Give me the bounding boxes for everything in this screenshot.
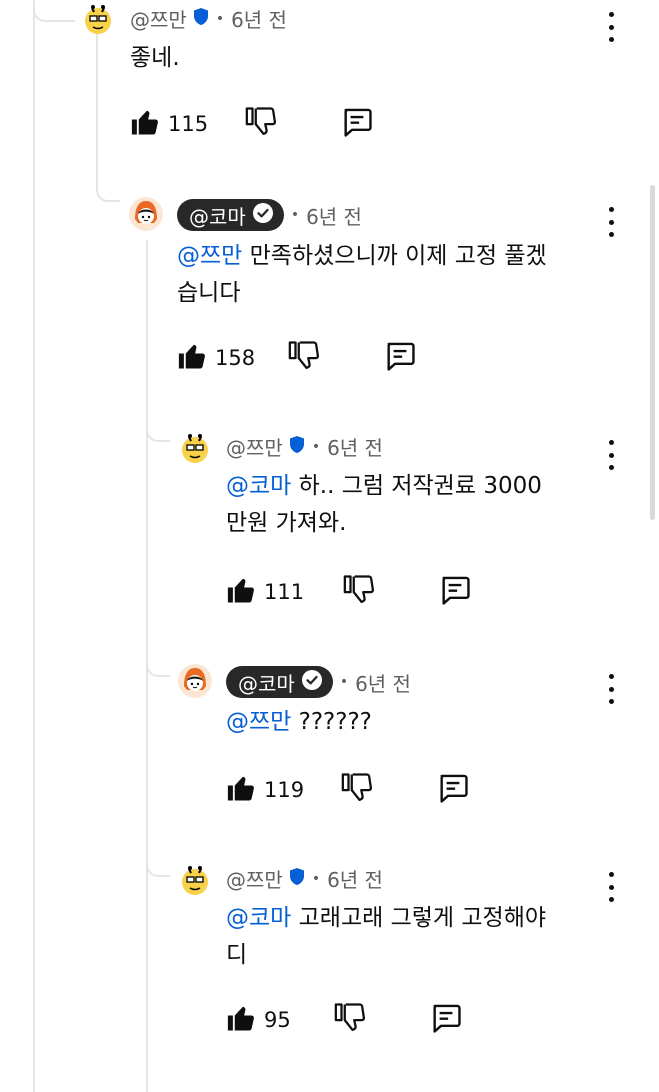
dot-separator: • xyxy=(290,207,300,223)
comment-text: 좋네. xyxy=(130,45,180,71)
more-vert-icon[interactable] xyxy=(601,12,621,42)
like-button[interactable]: 111 xyxy=(226,575,304,609)
reply-button[interactable] xyxy=(429,1001,463,1039)
scrollbar[interactable] xyxy=(650,185,655,520)
reply-button[interactable] xyxy=(340,105,374,143)
avatar[interactable] xyxy=(81,2,115,36)
dislike-button[interactable] xyxy=(244,105,278,143)
dot-separator: • xyxy=(311,870,321,887)
like-button[interactable]: 115 xyxy=(130,107,208,141)
thumb-up-icon xyxy=(226,575,256,609)
comment-actions: 158 xyxy=(177,338,417,378)
like-count: 119 xyxy=(264,778,305,802)
comment-time[interactable]: 6년 전 xyxy=(327,864,383,893)
thumb-up-icon xyxy=(226,773,256,807)
avatar[interactable] xyxy=(178,664,212,698)
more-vert-icon[interactable] xyxy=(601,872,621,902)
reply-icon xyxy=(340,105,374,143)
mention-link[interactable]: @쯔만 xyxy=(226,709,291,735)
comment-text: @쯔만 만족하셨으니까 이제 고정 풀겠 습니다 xyxy=(177,243,547,306)
like-count: 115 xyxy=(168,112,209,136)
comment-time[interactable]: 6년 전 xyxy=(327,432,383,461)
reply-icon xyxy=(429,1001,463,1039)
comment-actions: 95 xyxy=(226,1000,463,1040)
author-name[interactable]: @쯔만 xyxy=(226,864,283,893)
owner-author-chip[interactable]: @코마 xyxy=(226,666,333,698)
more-vert-icon[interactable] xyxy=(601,674,621,704)
like-button[interactable]: 95 xyxy=(226,1003,291,1037)
shield-badge-icon xyxy=(289,867,305,891)
comment-actions: 119 xyxy=(226,770,470,810)
thumb-up-icon xyxy=(130,107,160,141)
verified-check-icon xyxy=(252,202,274,229)
dislike-button[interactable] xyxy=(342,573,376,611)
like-count: 95 xyxy=(264,1008,291,1032)
reply-button[interactable] xyxy=(383,339,417,377)
more-vert-icon[interactable] xyxy=(601,207,621,237)
avatar[interactable] xyxy=(129,197,163,231)
comment-meta: @코마 • 6년 전 xyxy=(226,666,411,698)
thread-connector xyxy=(146,630,170,677)
thread-line-outer xyxy=(33,0,35,1092)
thumb-up-icon xyxy=(177,341,207,375)
thumb-down-icon xyxy=(340,771,374,809)
owner-author-chip[interactable]: @코마 xyxy=(177,199,284,231)
thread-connector xyxy=(146,830,170,877)
comment-meta: @쯔만 • 6년 전 xyxy=(130,4,287,33)
reply-button[interactable] xyxy=(436,771,470,809)
comment-meta: @쯔만 • 6년 전 xyxy=(226,864,383,893)
author-name[interactable]: @쯔만 xyxy=(130,4,187,33)
like-count: 158 xyxy=(215,346,256,370)
thumb-down-icon xyxy=(342,573,376,611)
author-name[interactable]: @쯔만 xyxy=(226,432,283,461)
dot-separator: • xyxy=(339,674,349,690)
comment-meta: @쯔만 • 6년 전 xyxy=(226,432,383,461)
avatar[interactable] xyxy=(178,431,212,465)
comment-actions: 111 xyxy=(226,572,472,612)
thumb-down-icon xyxy=(287,339,321,377)
comment-time[interactable]: 6년 전 xyxy=(306,201,362,230)
more-vert-icon[interactable] xyxy=(601,440,621,470)
comment-text: @코마 하.. 그럼 저작권료 3000 만원 가져와. xyxy=(226,473,542,536)
reply-icon xyxy=(436,771,470,809)
thread-connector xyxy=(96,150,120,202)
like-button[interactable]: 158 xyxy=(177,341,255,375)
comment-text: @코마 고래고래 그렇게 고정해야 디 xyxy=(226,905,547,968)
reply-icon xyxy=(383,339,417,377)
comment-actions: 115 xyxy=(130,104,374,144)
author-name: @코마 xyxy=(189,204,246,229)
dislike-button[interactable] xyxy=(287,339,321,377)
reply-icon xyxy=(438,573,472,611)
comment-time[interactable]: 6년 전 xyxy=(231,4,287,33)
dot-separator: • xyxy=(311,438,321,455)
author-name: @코마 xyxy=(238,671,295,696)
mention-link[interactable]: @코마 xyxy=(226,473,291,499)
thumb-up-icon xyxy=(226,1003,256,1037)
comment-time[interactable]: 6년 전 xyxy=(355,668,411,697)
avatar[interactable] xyxy=(178,863,212,897)
thread-connector xyxy=(33,0,75,22)
thumb-down-icon xyxy=(333,1001,367,1039)
shield-badge-icon xyxy=(289,435,305,459)
shield-badge-icon xyxy=(193,7,209,31)
dislike-button[interactable] xyxy=(333,1001,367,1039)
mention-link[interactable]: @쯔만 xyxy=(177,243,242,269)
thread-connector xyxy=(146,400,170,442)
comment-text: @쯔만 ?????? xyxy=(226,709,372,735)
verified-check-icon xyxy=(301,669,323,696)
dot-separator: • xyxy=(215,10,225,27)
like-count: 111 xyxy=(264,580,305,604)
like-button[interactable]: 119 xyxy=(226,773,304,807)
dislike-button[interactable] xyxy=(340,771,374,809)
comment-meta: @코마 • 6년 전 xyxy=(177,199,362,231)
thumb-down-icon xyxy=(244,105,278,143)
mention-link[interactable]: @코마 xyxy=(226,905,291,931)
reply-button[interactable] xyxy=(438,573,472,611)
